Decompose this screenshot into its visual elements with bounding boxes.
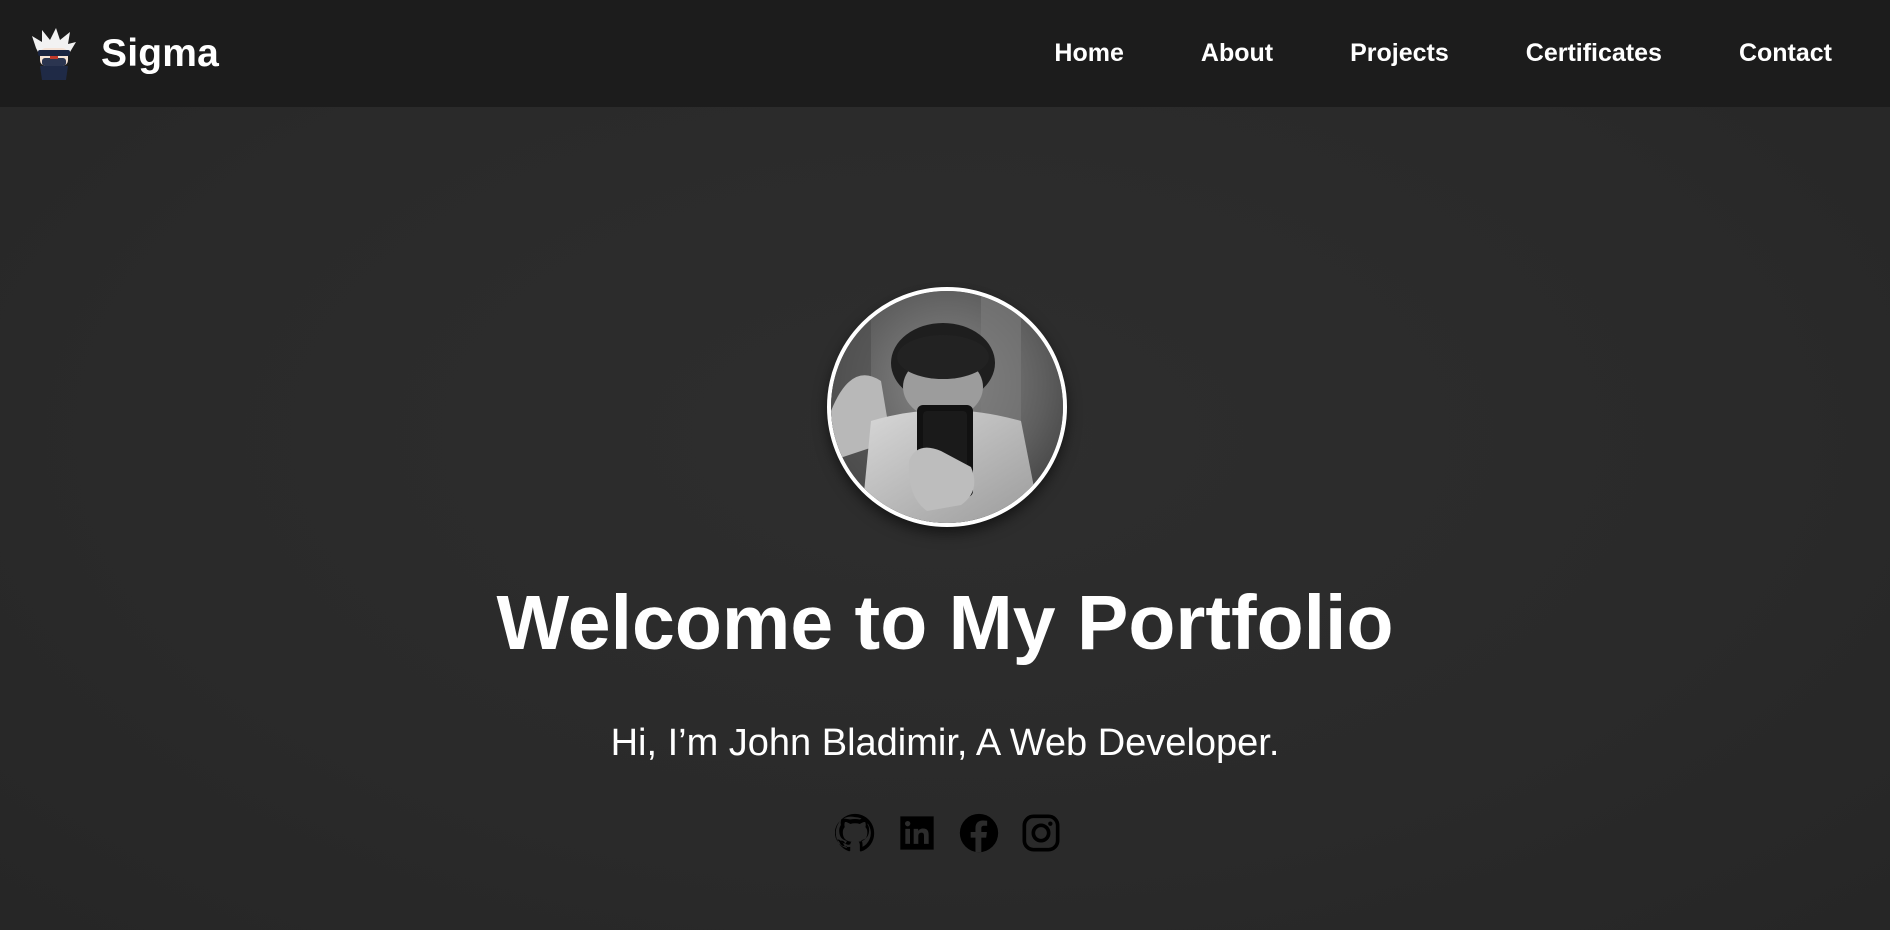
top-navbar: Sigma Home About Projects Certificates C… (0, 0, 1890, 107)
nav-link-contact[interactable]: Contact (1739, 39, 1832, 67)
nav-link-projects[interactable]: Projects (1350, 39, 1449, 67)
brand-name: Sigma (101, 31, 220, 75)
facebook-link[interactable] (959, 813, 999, 853)
hero-section: Welcome to My Portfolio Hi, I’m John Bla… (0, 107, 1890, 930)
hero-subtitle: Hi, I’m John Bladimir, A Web Developer. (610, 722, 1280, 764)
nav-menu: Home About Projects Certificates Contact (977, 39, 1832, 68)
profile-photo (831, 291, 1063, 523)
ninja-mascot-icon (32, 27, 76, 80)
brand-link[interactable]: Sigma (30, 26, 219, 82)
github-icon (835, 813, 875, 852)
social-links (835, 813, 1061, 853)
github-link[interactable] (835, 813, 875, 853)
hero-title: Welcome to My Portfolio (496, 580, 1394, 666)
instagram-link[interactable] (1021, 813, 1061, 853)
instagram-icon (1022, 814, 1060, 852)
linkedin-link[interactable] (897, 813, 937, 853)
facebook-icon (959, 813, 999, 853)
linkedin-icon (900, 816, 934, 850)
nav-link-certificates[interactable]: Certificates (1526, 39, 1662, 67)
nav-link-about[interactable]: About (1201, 39, 1273, 67)
nav-link-home[interactable]: Home (1054, 39, 1123, 67)
profile-avatar (827, 287, 1067, 527)
